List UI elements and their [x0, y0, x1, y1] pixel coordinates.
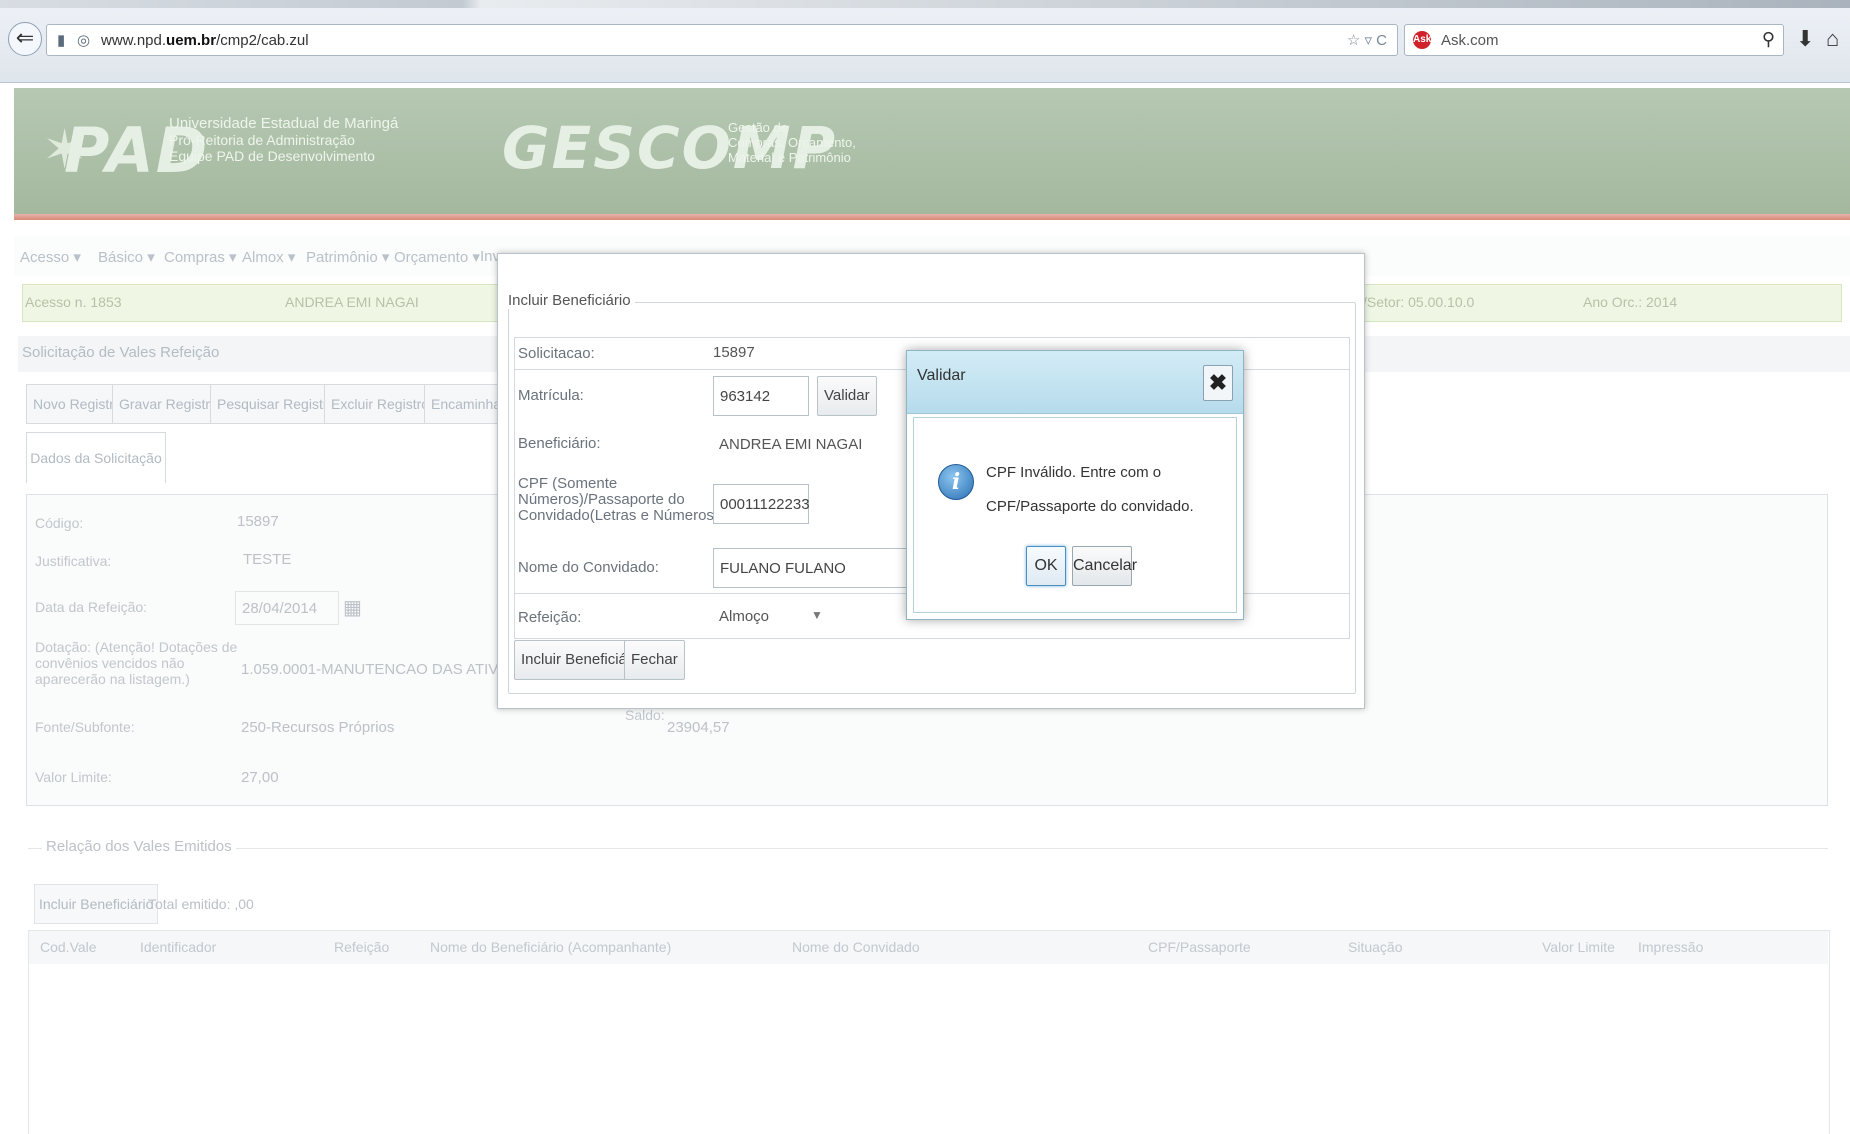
- gescomp-subtitle: Gestão de Compras, Orçamento, Material e…: [728, 120, 856, 165]
- relacao-legend: Relação dos Vales Emitidos: [42, 838, 236, 855]
- beneficiario-value: ANDREA EMI NAGAI: [719, 436, 863, 453]
- globe-icon: ◎: [77, 32, 91, 49]
- refeicao-label: Refeição:: [518, 609, 582, 626]
- search-record-button[interactable]: Pesquisar Registro: [210, 384, 343, 424]
- validar-body: i CPF Inválido. Entre com o CPF/Passapor…: [913, 417, 1237, 613]
- close-icon[interactable]: ✖: [1203, 365, 1233, 401]
- solicitacao-label: Solicitacao:: [518, 345, 595, 362]
- matricula-label: Matrícula:: [518, 387, 584, 404]
- ok-button[interactable]: OK: [1026, 546, 1066, 586]
- validar-titlebar: Validar ✖: [907, 351, 1243, 414]
- info-icon: i: [938, 464, 974, 500]
- convidado-input[interactable]: FULANO FULANO: [713, 548, 913, 588]
- matricula-input[interactable]: 963142: [713, 376, 809, 416]
- col-nome-beneficiario[interactable]: Nome do Beneficiário (Acompanhante): [430, 930, 671, 964]
- browser-toolbar: ⇐ ▮ ◎ www.npd.uem.br/cmp2/cab.zul ☆ ▿ C …: [0, 0, 1850, 83]
- codigo-label: Código:: [35, 515, 84, 531]
- menu-patrimonio[interactable]: Patrimônio ▾: [306, 248, 389, 266]
- user-name: ANDREA EMI NAGAI: [285, 294, 419, 310]
- budget-year: Ano Orc.: 2014: [1583, 294, 1678, 310]
- refeicao-select[interactable]: Almoço: [719, 608, 769, 625]
- incluir-dialog-legend: Incluir Beneficiário: [504, 292, 635, 309]
- search-icon[interactable]: ⚲: [1762, 29, 1775, 50]
- saldo-value: 23904,57: [667, 719, 730, 736]
- download-icon[interactable]: ⬇: [1796, 26, 1814, 52]
- col-identificador[interactable]: Identificador: [140, 930, 216, 964]
- home-icon[interactable]: ⌂: [1826, 26, 1839, 52]
- justificativa-value[interactable]: TESTE: [243, 551, 291, 568]
- menu-orcamento[interactable]: Orçamento ▾: [394, 248, 480, 266]
- page-info-icon[interactable]: ▮: [57, 31, 65, 49]
- chevron-down-icon[interactable]: ▼: [811, 608, 823, 622]
- sector-code: /Setor: 05.00.10.0: [1363, 294, 1475, 310]
- menu-almox[interactable]: Almox ▾: [242, 248, 295, 266]
- address-bar[interactable]: ▮ ◎ www.npd.uem.br/cmp2/cab.zul ☆ ▿ C: [46, 24, 1398, 56]
- menu-acesso[interactable]: Acesso ▾: [20, 248, 81, 266]
- col-cpf-passaporte[interactable]: CPF/Passaporte: [1148, 930, 1251, 964]
- validar-dialog: Validar ✖ i CPF Inválido. Entre com o CP…: [906, 350, 1244, 620]
- header-divider: [14, 214, 1850, 220]
- incluir-beneficiario-bg-button[interactable]: Incluir Beneficiário: [34, 884, 159, 924]
- fechar-button[interactable]: Fechar: [624, 640, 685, 680]
- calendar-icon[interactable]: ▦: [343, 595, 362, 620]
- cpf-input[interactable]: 00011122233: [713, 484, 810, 524]
- valor-limite-value: 27,00: [241, 769, 279, 786]
- convidado-label: Nome do Convidado:: [518, 559, 659, 576]
- col-situacao[interactable]: Situação: [1348, 930, 1402, 964]
- validar-message: CPF Inválido. Entre com o CPF/Passaporte…: [986, 464, 1194, 515]
- bookmark-reload-icons[interactable]: ☆ ▿ C: [1347, 31, 1387, 49]
- data-refeicao-label: Data da Refeição:: [35, 599, 148, 615]
- total-emitido: Total emitido: ,00: [148, 896, 254, 912]
- cpf-label: CPF (Somente Números)/Passaporte do Conv…: [518, 475, 724, 524]
- search-bar[interactable]: Ask Ask.com ⚲: [1404, 24, 1784, 56]
- save-record-button[interactable]: Gravar Registro: [112, 384, 225, 424]
- section-title: Solicitação de Vales Refeição: [22, 344, 220, 361]
- col-valor-limite[interactable]: Valor Limite: [1542, 930, 1615, 964]
- fonte-value: 250-Recursos Próprios: [241, 719, 395, 736]
- cancel-button[interactable]: Cancelar: [1072, 546, 1137, 586]
- search-engine-text: Ask.com: [1441, 32, 1499, 49]
- validar-button[interactable]: Validar: [817, 376, 877, 416]
- validar-title: Validar: [917, 367, 966, 384]
- access-number: Acesso n. 1853: [25, 294, 122, 310]
- app-banner: ✶ PAD Universidade Estadual de Maringá P…: [14, 88, 1850, 220]
- saldo-label: Saldo:: [625, 707, 665, 723]
- fonte-label: Fonte/Subfonte:: [35, 719, 135, 735]
- col-nome-convidado[interactable]: Nome do Convidado: [792, 930, 920, 964]
- menu-compras[interactable]: Compras ▾: [164, 248, 237, 266]
- window-title-strip: [0, 0, 1850, 8]
- relacao-divider: [28, 848, 1828, 849]
- justificativa-label: Justificativa:: [35, 553, 112, 569]
- data-refeicao-input[interactable]: 28/04/2014: [235, 591, 339, 625]
- col-cod-vale[interactable]: Cod.Vale: [40, 930, 97, 964]
- tab-dados-solicitacao[interactable]: Dados da Solicitação: [26, 432, 166, 483]
- ask-logo-icon[interactable]: Ask: [1413, 31, 1431, 49]
- beneficiario-label: Beneficiário:: [518, 435, 601, 452]
- dotacao-label: Dotação: (Atenção! Dotações de convênios…: [35, 639, 238, 687]
- menu-basico[interactable]: Básico ▾: [98, 248, 155, 266]
- col-refeicao[interactable]: Refeição: [334, 930, 389, 964]
- codigo-value: 15897: [237, 513, 279, 530]
- col-impressao[interactable]: Impressão: [1638, 930, 1703, 964]
- solicitacao-value: 15897: [713, 344, 755, 361]
- delete-record-button[interactable]: Excluir Registro: [324, 384, 437, 424]
- valor-limite-label: Valor Limite:: [35, 769, 112, 785]
- url-text: www.npd.uem.br/cmp2/cab.zul: [101, 32, 309, 49]
- back-button[interactable]: ⇐: [8, 22, 42, 56]
- pad-subtitle: Universidade Estadual de Maringá Pró-Rei…: [169, 115, 399, 165]
